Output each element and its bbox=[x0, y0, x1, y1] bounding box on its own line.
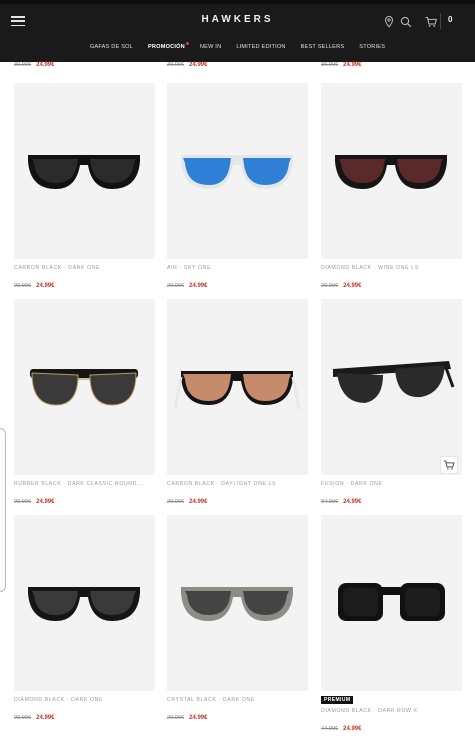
old-price: 39.99€ bbox=[167, 62, 185, 68]
status-strip bbox=[0, 0, 475, 4]
price-row: 29.99€ 24.99€ bbox=[14, 706, 54, 724]
sale-price: 24.99€ bbox=[36, 499, 55, 505]
promo-dot-indicator bbox=[185, 42, 189, 45]
sale-price: 24.99€ bbox=[189, 715, 208, 721]
product-name[interactable]: CRYSTAL BLACK · DARK ONE bbox=[167, 697, 308, 703]
product-name[interactable]: FUSION · DARK ONE bbox=[321, 481, 462, 487]
sunglasses-image bbox=[173, 371, 301, 410]
price-row: 29.99€ 24.99€ bbox=[14, 274, 54, 292]
nav-limited-edition[interactable]: LIMITED EDITION bbox=[236, 44, 285, 58]
nav-stories[interactable]: STORIES bbox=[359, 44, 385, 58]
price-row: 29.99€ 24.99€ bbox=[167, 274, 207, 292]
old-price: 39.99€ bbox=[321, 62, 339, 68]
sunglasses-image bbox=[181, 155, 293, 189]
product-image[interactable] bbox=[167, 83, 308, 259]
sale-price: 24.99€ bbox=[36, 283, 55, 289]
product-name[interactable]: RUBBER BLACK · DARK CLASSIC ROUND... bbox=[14, 481, 155, 487]
sale-price: 24.99€ bbox=[36, 715, 55, 721]
cart-divider bbox=[440, 13, 441, 29]
product-image[interactable] bbox=[167, 299, 308, 475]
nav-gafas-de-sol[interactable]: GAFAS DE SOL bbox=[90, 44, 133, 58]
old-price: 29.99€ bbox=[167, 283, 185, 289]
top-header: HAWKERS 0 GAFAS DE SOL PROMOCIÓN NEW IN … bbox=[0, 0, 475, 62]
product-image[interactable] bbox=[321, 83, 462, 259]
product-name[interactable]: CARBON BLACK · DARK ONE bbox=[14, 265, 155, 271]
old-price: 29.99€ bbox=[167, 499, 185, 505]
partial-price-row: 39.99€ 24.99€ bbox=[14, 62, 54, 68]
price-row: 29.99€ 24.99€ bbox=[14, 490, 54, 508]
sale-price: 24.99€ bbox=[343, 62, 362, 68]
sale-price: 24.99€ bbox=[189, 499, 208, 505]
product-name[interactable]: DIAMOND BLACK · DARK ROW X bbox=[321, 708, 462, 714]
sunglasses-image bbox=[181, 587, 293, 621]
partial-price-row: 39.99€ 24.99€ bbox=[167, 62, 207, 68]
sale-price: 24.99€ bbox=[189, 283, 208, 289]
nav-best-sellers[interactable]: BEST SELLERS bbox=[301, 44, 345, 58]
sale-price: 24.99€ bbox=[343, 499, 362, 505]
old-price: 29.99€ bbox=[14, 715, 32, 721]
cart-count[interactable]: 0 bbox=[448, 15, 452, 24]
nav-new-in[interactable]: NEW IN bbox=[200, 44, 221, 58]
price-row: 44.99€ 24.99€ bbox=[321, 717, 361, 735]
product-image[interactable] bbox=[167, 515, 308, 691]
cart-icon bbox=[443, 460, 455, 470]
main-nav: GAFAS DE SOL PROMOCIÓN NEW IN LIMITED ED… bbox=[0, 42, 475, 58]
old-price: 44.99€ bbox=[321, 726, 339, 732]
sale-price: 24.99€ bbox=[36, 62, 55, 68]
side-drawer-handle[interactable] bbox=[0, 428, 6, 592]
price-row: 29.99€ 24.99€ bbox=[321, 274, 361, 292]
old-price: 39.99€ bbox=[14, 62, 32, 68]
old-price: 29.99€ bbox=[14, 499, 32, 505]
product-name[interactable]: AIR · SKY ONE bbox=[167, 265, 308, 271]
product-name[interactable]: CARBON BLACK · DAYLIGHT ONE LS bbox=[167, 481, 308, 487]
add-to-cart-button[interactable] bbox=[440, 456, 458, 474]
sunglasses-image bbox=[338, 583, 445, 621]
product-image[interactable] bbox=[321, 515, 462, 691]
product-name[interactable]: DIAMOND BLACK · DARK ONE bbox=[14, 697, 155, 703]
price-row: 29.99€ 24.99€ bbox=[167, 490, 207, 508]
nav-promocion-label: PROMOCIÓN bbox=[147, 44, 185, 50]
sunglasses-image bbox=[335, 155, 447, 189]
search-icon[interactable] bbox=[399, 15, 413, 29]
product-image[interactable] bbox=[14, 299, 155, 475]
sunglasses-image bbox=[30, 369, 138, 406]
sale-price: 24.99€ bbox=[343, 283, 362, 289]
old-price: 29.99€ bbox=[167, 715, 185, 721]
price-row: 34.99€ 24.99€ bbox=[321, 490, 361, 508]
product-image[interactable] bbox=[14, 83, 155, 259]
old-price: 34.99€ bbox=[321, 499, 339, 505]
product-name[interactable]: DIAMOND BLACK · WINE ONE LS bbox=[321, 265, 462, 271]
premium-badge: PREMIUM bbox=[321, 696, 354, 704]
partial-price-row: 39.99€ 24.99€ bbox=[321, 62, 361, 68]
sunglasses-image bbox=[28, 587, 140, 621]
sale-price: 24.99€ bbox=[343, 726, 362, 732]
price-row: 29.99€ 24.99€ bbox=[167, 706, 207, 724]
sunglasses-image bbox=[28, 155, 140, 189]
old-price: 29.99€ bbox=[321, 283, 339, 289]
sale-price: 24.99€ bbox=[189, 62, 208, 68]
old-price: 29.99€ bbox=[14, 283, 32, 289]
product-image[interactable] bbox=[321, 299, 462, 475]
product-image[interactable] bbox=[14, 515, 155, 691]
cart-icon[interactable] bbox=[424, 15, 438, 29]
location-pin-icon[interactable] bbox=[382, 15, 396, 29]
nav-promocion[interactable]: PROMOCIÓN bbox=[147, 42, 189, 58]
sunglasses-image bbox=[333, 361, 455, 403]
